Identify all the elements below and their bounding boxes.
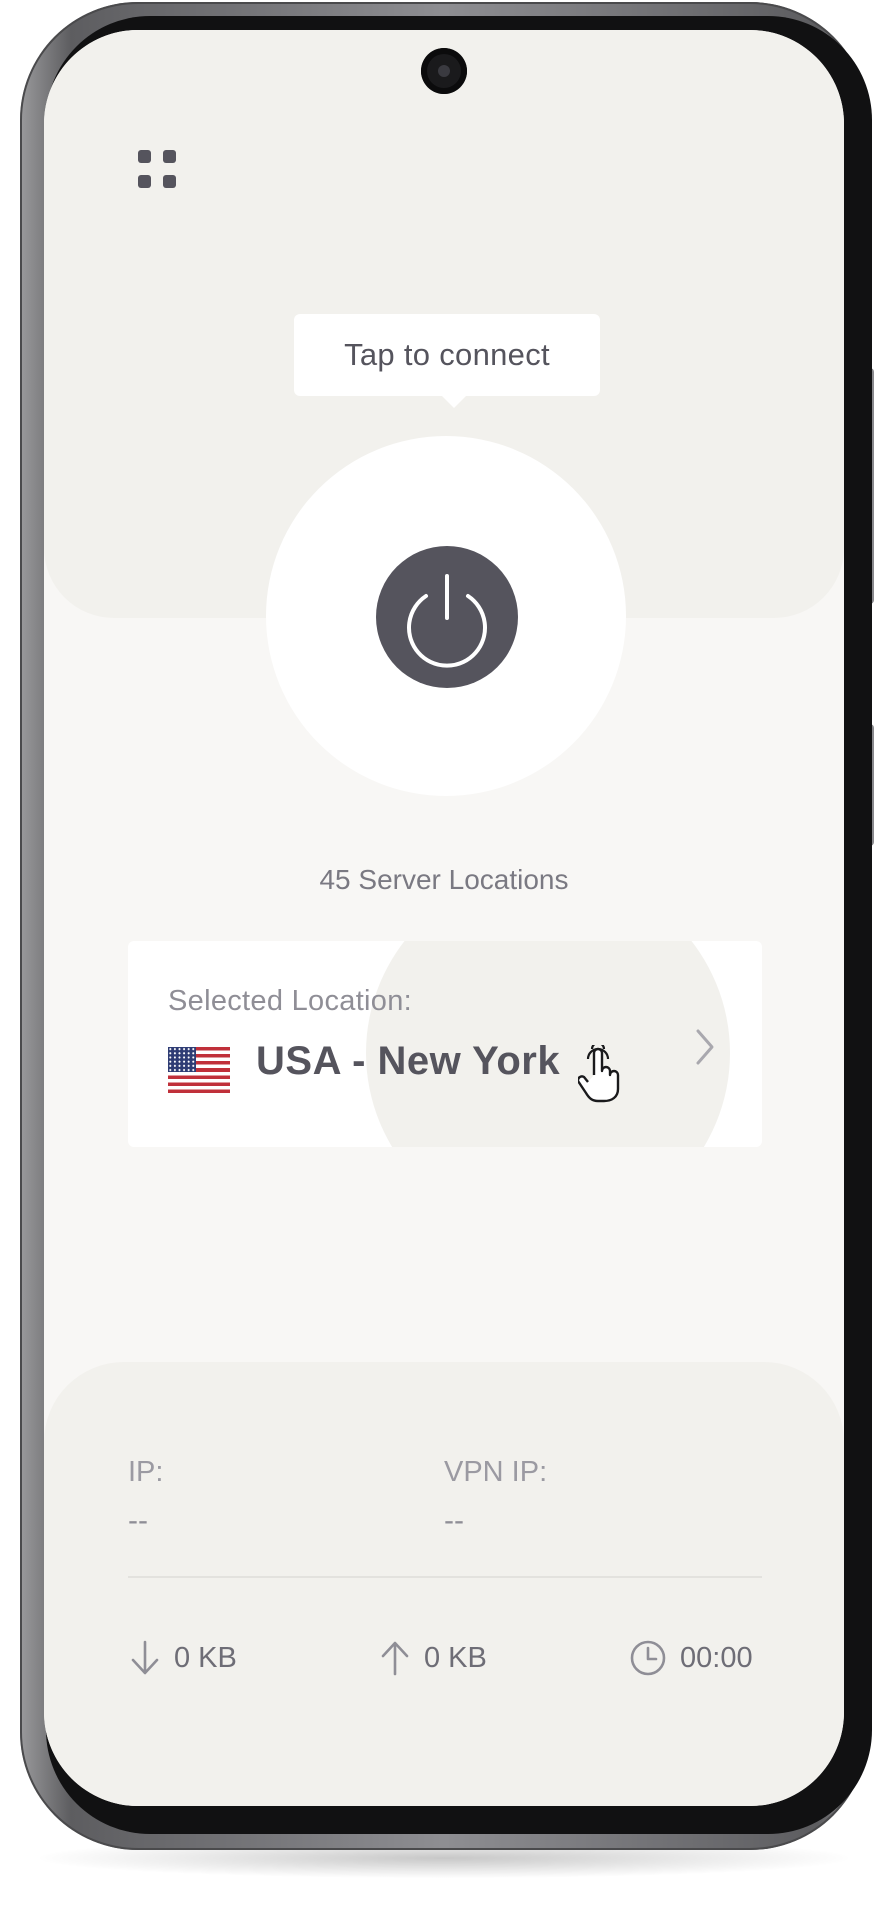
stats-divider (128, 1576, 762, 1578)
ip-value: -- (128, 1504, 148, 1537)
front-camera (421, 48, 467, 94)
download-arrow-icon (131, 1640, 159, 1675)
us-flag-icon (168, 1047, 230, 1093)
clock-icon (630, 1640, 666, 1676)
app-screen: Tap to connect 45 Server Locations Selec… (44, 30, 844, 1806)
power-button-halo (266, 436, 626, 796)
connect-tooltip: Tap to connect (294, 314, 600, 408)
duration-value: 00:00 (680, 1641, 753, 1674)
server-locations-count: 45 Server Locations (319, 864, 569, 895)
grid-menu-icon[interactable] (128, 140, 184, 196)
selected-location-label: Selected Location: (168, 985, 413, 1017)
duration-stat: 00:00 (628, 1638, 753, 1678)
power-icon (407, 574, 487, 668)
upload-stat: 0 KB (378, 1638, 487, 1678)
download-value: 0 KB (174, 1641, 237, 1674)
vpn-ip-value: -- (444, 1504, 464, 1537)
upload-arrow-icon (381, 1641, 409, 1676)
selected-location-card[interactable]: Selected Location: USA - New York (128, 941, 762, 1147)
download-stat: 0 KB (128, 1638, 237, 1678)
upload-value: 0 KB (424, 1641, 487, 1674)
stats-panel (44, 1362, 844, 1806)
tap-hand-icon (578, 1045, 620, 1103)
chevron-right-icon (696, 1029, 714, 1065)
selected-location-value: USA - New York (256, 1039, 561, 1083)
ip-label: IP: (128, 1456, 164, 1488)
vpn-ip-label: VPN IP: (444, 1456, 548, 1488)
connect-power-button[interactable] (376, 546, 518, 688)
